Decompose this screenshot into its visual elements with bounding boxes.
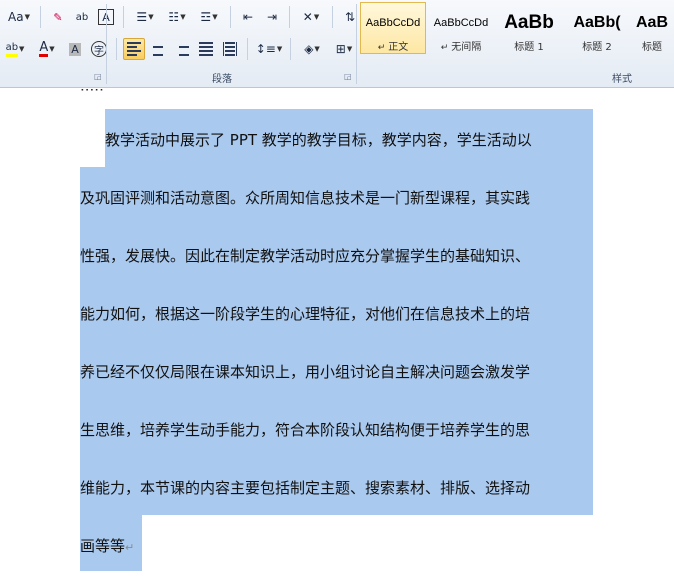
increase-indent-icon: ⇥ (266, 10, 278, 24)
selection-highlight (80, 167, 593, 515)
paragraph-group-label: 段落 (212, 74, 232, 85)
phonetic-guide-button[interactable]: ab (71, 6, 93, 28)
decrease-indent-button[interactable]: ⇤ (237, 6, 259, 28)
clear-format-button[interactable]: ✎ (47, 6, 69, 28)
text-line: 养已经不仅仅局限在课本知识上，用小组讨论自主解决问题会激发学 (80, 363, 531, 381)
separator (332, 6, 333, 28)
chevron-down-icon: ▼ (49, 45, 55, 53)
style-heading-2[interactable]: AaBb( 标题 2 (564, 2, 630, 54)
align-center-icon (151, 42, 165, 56)
align-left-button[interactable] (123, 38, 145, 60)
paragraph-dialog-launcher-icon[interactable]: ◲ (344, 72, 352, 81)
separator (289, 6, 290, 28)
separator (116, 38, 117, 60)
text-line: 教学活动中展示了 PPT 教学的教学目标，教学内容，学生活动以 (105, 131, 532, 149)
align-right-icon (175, 42, 189, 56)
previous-line-fragment: ····· (80, 89, 104, 99)
decrease-indent-icon: ⇤ (242, 10, 254, 24)
increase-indent-button[interactable]: ⇥ (261, 6, 283, 28)
sort-button[interactable]: ⇅ (339, 6, 361, 28)
clear-format-icon: ✎ (53, 10, 63, 24)
text-highlight-button[interactable]: ab ▼ (0, 38, 30, 60)
bullet-list-icon: ☰ (136, 10, 148, 24)
separator (230, 6, 231, 28)
last-line-text: 画等等 (80, 537, 126, 555)
justify-button[interactable] (195, 38, 217, 60)
style-name: ↵ 无间隔 (440, 42, 482, 53)
align-left-icon (127, 42, 141, 56)
text-line-last: 画等等↵ (80, 535, 134, 556)
chevron-down-icon: ▼ (180, 13, 186, 21)
separator (40, 6, 41, 28)
chevron-down-icon: ▼ (313, 13, 320, 21)
paint-bucket-icon: ◈ (304, 42, 314, 56)
ribbon-row-2: ab ▼ A ▼ A 字 ↕≡ ▼ ◈ ▼ ⊞ ▼ (0, 38, 359, 60)
borders-button[interactable]: ⊞ ▼ (329, 38, 359, 60)
chevron-down-icon: ▼ (19, 45, 25, 53)
chevron-down-icon: ▼ (346, 45, 353, 53)
line-spacing-icon: ↕≡ (255, 42, 276, 56)
chinese-layout-button[interactable]: ✕ ▼ (296, 6, 326, 28)
distributed-button[interactable] (219, 38, 241, 60)
ribbon-row-1: Aa▼ ✎ ab A ☰▼ ☷▼ ☲▼ ⇤ ⇥ ✕▼ (4, 6, 396, 28)
change-case-label: Aa (8, 10, 24, 24)
text-line: 能力如何，根据这一阶段学生的心理特征，对他们在信息技术上的培 (80, 305, 531, 323)
font-color-button[interactable]: A ▼ (32, 38, 62, 60)
text-line: 维能力，本节课的内容主要包括制定主题、搜索素材、排版、选择动 (80, 479, 531, 497)
styles-gallery: AaBbCcDd ↵ 正文 AaBbCcDd ↵ 无间隔 AaBb 标题 1 A… (360, 0, 674, 66)
borders-icon: ⊞ (335, 42, 346, 56)
ribbon: Aa▼ ✎ ab A ☰▼ ☷▼ ☲▼ ⇤ ⇥ ✕▼ (0, 0, 674, 88)
justify-icon (199, 42, 213, 56)
align-center-button[interactable] (147, 38, 169, 60)
separator (247, 38, 248, 60)
style-sample: AaBb( (573, 14, 621, 31)
bullets-button[interactable]: ☰ ▼ (130, 6, 160, 28)
font-color-icon: A (39, 40, 49, 57)
highlight-icon: ab (5, 42, 19, 57)
style-heading-1[interactable]: AaBb 标题 1 (496, 2, 562, 54)
enclosed-char-icon: 字 (91, 41, 107, 57)
style-name: 标题 2 (582, 42, 612, 53)
style-name: 标题 1 (514, 42, 544, 53)
chevron-down-icon: ▼ (24, 13, 30, 21)
style-sample: AaBbCcDd (365, 17, 421, 29)
group-divider (106, 4, 107, 84)
chevron-down-icon: ▼ (148, 13, 154, 21)
style-sample: AaBbCcDd (433, 17, 489, 29)
style-no-spacing[interactable]: AaBbCcDd ↵ 无间隔 (428, 2, 494, 54)
distributed-icon (223, 42, 237, 56)
multilevel-list-icon: ☲ (200, 10, 212, 24)
char-shading-icon: A (69, 42, 81, 56)
chevron-down-icon: ▼ (212, 13, 218, 21)
group-divider (356, 4, 357, 84)
document-page[interactable]: ····· 教学活动中展示了 PPT 教学的教学目标，教学内容，学生活动以 及巩… (0, 89, 674, 583)
chevron-down-icon: ▼ (314, 45, 320, 53)
separator (123, 6, 124, 28)
style-name: ↵ 正文 (377, 42, 409, 53)
style-normal[interactable]: AaBbCcDd ↵ 正文 (360, 2, 426, 54)
numbering-button[interactable]: ☷ ▼ (162, 6, 192, 28)
style-sample: AaB (635, 14, 668, 31)
sort-icon: ⇅ (344, 10, 356, 24)
style-name: 标题 (642, 42, 662, 53)
chinese-layout-icon: ✕ (302, 10, 313, 24)
phonetic-guide-label: ab (75, 11, 89, 23)
chevron-down-icon: ▼ (276, 45, 283, 53)
align-right-button[interactable] (171, 38, 193, 60)
shading-button[interactable]: ◈ ▼ (297, 38, 327, 60)
numbered-list-icon: ☷ (168, 10, 180, 24)
multilevel-list-button[interactable]: ☲ ▼ (194, 6, 224, 28)
font-dialog-launcher-icon[interactable]: ◲ (94, 72, 102, 81)
style-title[interactable]: AaB 标题 (632, 2, 672, 54)
paragraph-mark-icon: ↵ (125, 541, 135, 554)
styles-group-label: 样式 (612, 74, 632, 85)
text-line: 性强，发展快。因此在制定教学活动时应充分掌握学生的基础知识、 (80, 247, 531, 265)
change-case-button[interactable]: Aa ▼ (4, 6, 34, 28)
char-shading-button[interactable]: A (64, 38, 86, 60)
separator (290, 38, 291, 60)
text-line: 生思维，培养学生动手能力，符合本阶段认知结构便于培养学生的思 (80, 421, 531, 439)
style-sample: AaBb (504, 12, 554, 33)
text-line: 及巩固评测和活动意图。众所周知信息技术是一门新型课程，其实践 (80, 189, 531, 207)
line-spacing-button[interactable]: ↕≡ ▼ (254, 38, 284, 60)
